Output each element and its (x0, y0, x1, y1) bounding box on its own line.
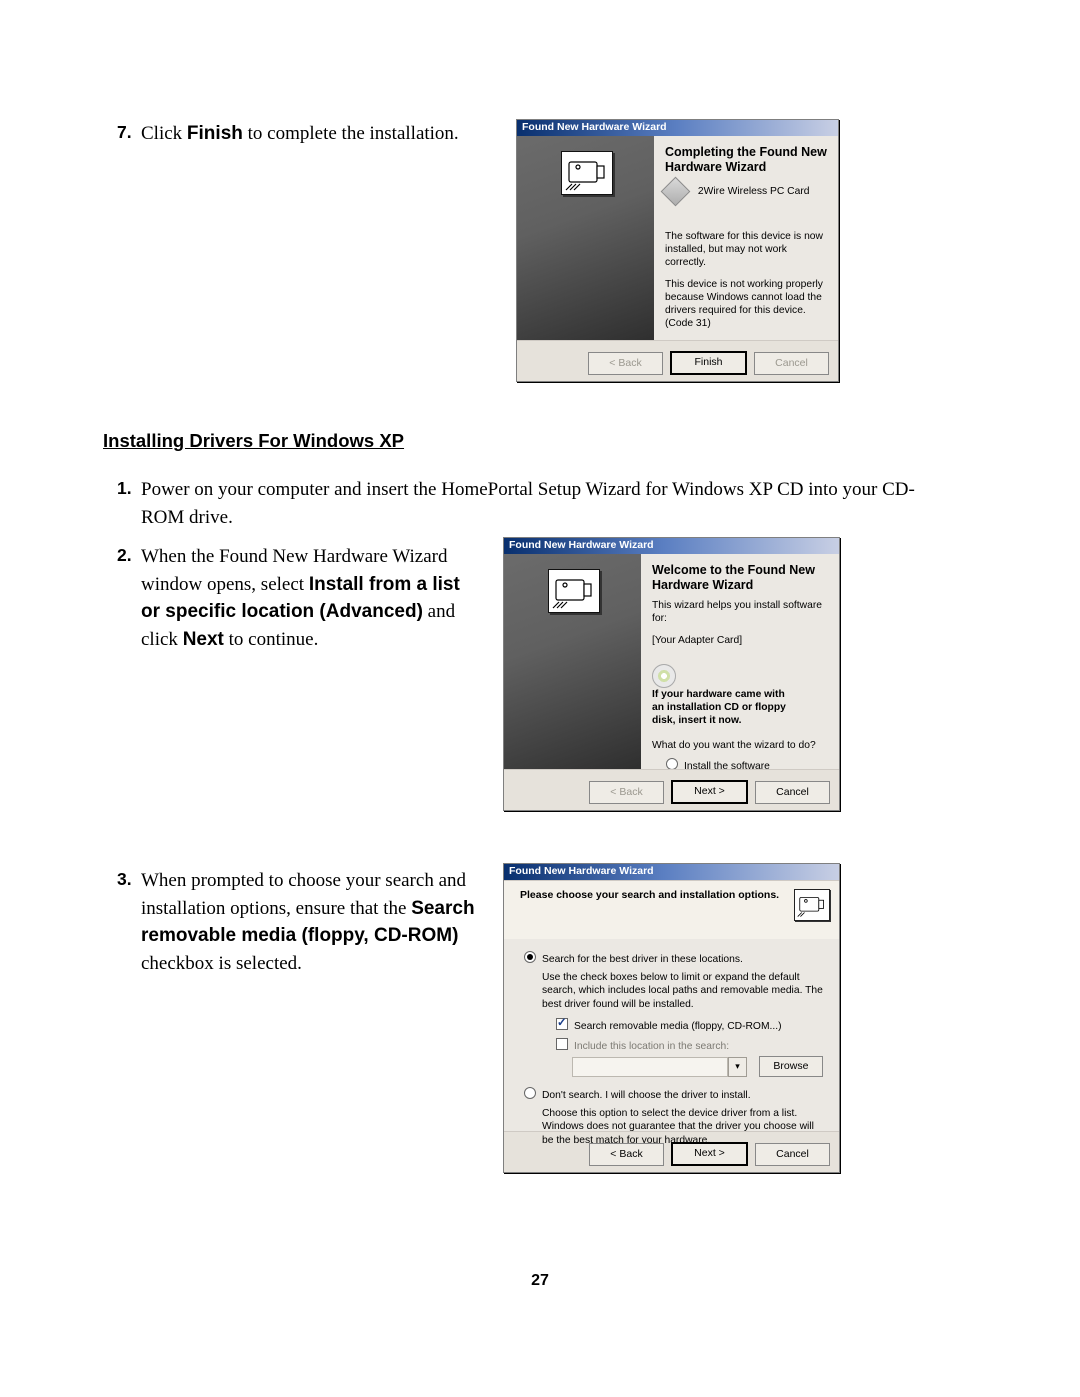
fig2-heading: Welcome to the Found New Hardware Wizard (652, 563, 829, 593)
fig1-finish[interactable]: Finish (670, 351, 747, 375)
step7-post: to complete the installation. (243, 123, 459, 144)
pccard-icon (561, 151, 613, 195)
page-number: 27 (0, 1272, 1080, 1290)
chk-include-location-label: Include this location in the search: (574, 1041, 729, 1052)
shield-diamond-icon (661, 177, 691, 207)
fig2-dialog: Found New Hardware Wizard Welcome to the… (503, 537, 840, 811)
fig3-dialog: Found New Hardware Wizard Please choose … (503, 863, 840, 1173)
step-number-3: 3. (117, 869, 132, 890)
fig2-back[interactable]: < Back (589, 781, 664, 804)
step-number-1: 1. (117, 478, 132, 499)
fig1-note2: This device is not working properly beca… (665, 278, 828, 331)
step7-bold: Finish (187, 123, 243, 144)
step1-text: Power on your computer and insert the Ho… (141, 476, 926, 531)
fig1-back[interactable]: < Back (588, 352, 663, 375)
location-dropdown[interactable]: ▾ (728, 1057, 747, 1077)
fig2-q: What do you want the wizard to do? (652, 739, 829, 752)
s3c: checkbox is selected. (141, 953, 302, 974)
chk-include-location[interactable] (556, 1038, 568, 1050)
fig1-left-panel (517, 136, 654, 340)
fig3-header: Please choose your search and installati… (520, 889, 779, 901)
fig3-r1desc: Use the check boxes below to limit or ex… (518, 966, 827, 1011)
location-path-field[interactable] (572, 1057, 728, 1077)
chk-search-removable[interactable] (556, 1018, 568, 1030)
fig1-dialog: Found New Hardware Wizard Completing the… (516, 119, 839, 382)
fig1-device: 2Wire Wireless PC Card (698, 185, 810, 198)
s2e: to continue. (224, 629, 318, 650)
fig2-sub1: This wizard helps you install software f… (652, 599, 829, 625)
fig2-device: [Your Adapter Card] (652, 634, 829, 647)
step-7-text: Click Finish to complete the installatio… (141, 120, 501, 148)
fig3-cancel[interactable]: Cancel (755, 1143, 830, 1166)
step-number-2: 2. (117, 545, 132, 566)
fig3-back[interactable]: < Back (589, 1143, 664, 1166)
cd-icon (652, 664, 676, 688)
radio-dont-search-label: Don't search. I will choose the driver t… (542, 1090, 751, 1101)
step3-text: When prompted to choose your search and … (141, 867, 484, 977)
fig2-right: Welcome to the Found New Hardware Wizard… (641, 554, 839, 769)
s2d: Next (183, 629, 224, 650)
radio-search-best-label: Search for the best driver in these loca… (542, 954, 743, 965)
fig2-next[interactable]: Next > (671, 780, 748, 804)
radio-search-best[interactable] (524, 951, 536, 963)
fig1-title: Found New Hardware Wizard (517, 120, 838, 136)
browse-button[interactable]: Browse (759, 1056, 823, 1077)
chk-search-removable-label: Search removable media (floppy, CD-ROM..… (574, 1021, 782, 1032)
fig3-title: Found New Hardware Wizard (504, 864, 839, 880)
section-heading: Installing Drivers For Windows XP (103, 430, 404, 452)
fig2-cdmsg: If your hardware came with an installati… (652, 688, 797, 728)
fig1-heading: Completing the Found New Hardware Wizard (665, 145, 828, 175)
fig2-cancel[interactable]: Cancel (755, 781, 830, 804)
step7-pre: Click (141, 123, 187, 144)
step2-text: When the Found New Hardware Wizard windo… (141, 543, 484, 653)
opt-auto-radio[interactable] (666, 758, 678, 769)
fig2-title: Found New Hardware Wizard (504, 538, 839, 554)
opt-auto-label: Install the software automatically (Reco… (666, 761, 806, 769)
fig2-left-panel (504, 554, 641, 769)
fig1-cancel[interactable]: Cancel (754, 352, 829, 375)
fig1-note1: The software for this device is now inst… (665, 230, 828, 270)
step-number-7: 7. (117, 122, 132, 143)
fig3-next[interactable]: Next > (671, 1142, 748, 1166)
pccard-small-icon (794, 889, 830, 921)
pccard-icon (548, 569, 600, 613)
fig1-right: Completing the Found New Hardware Wizard… (654, 136, 838, 340)
radio-dont-search[interactable] (524, 1087, 536, 1099)
